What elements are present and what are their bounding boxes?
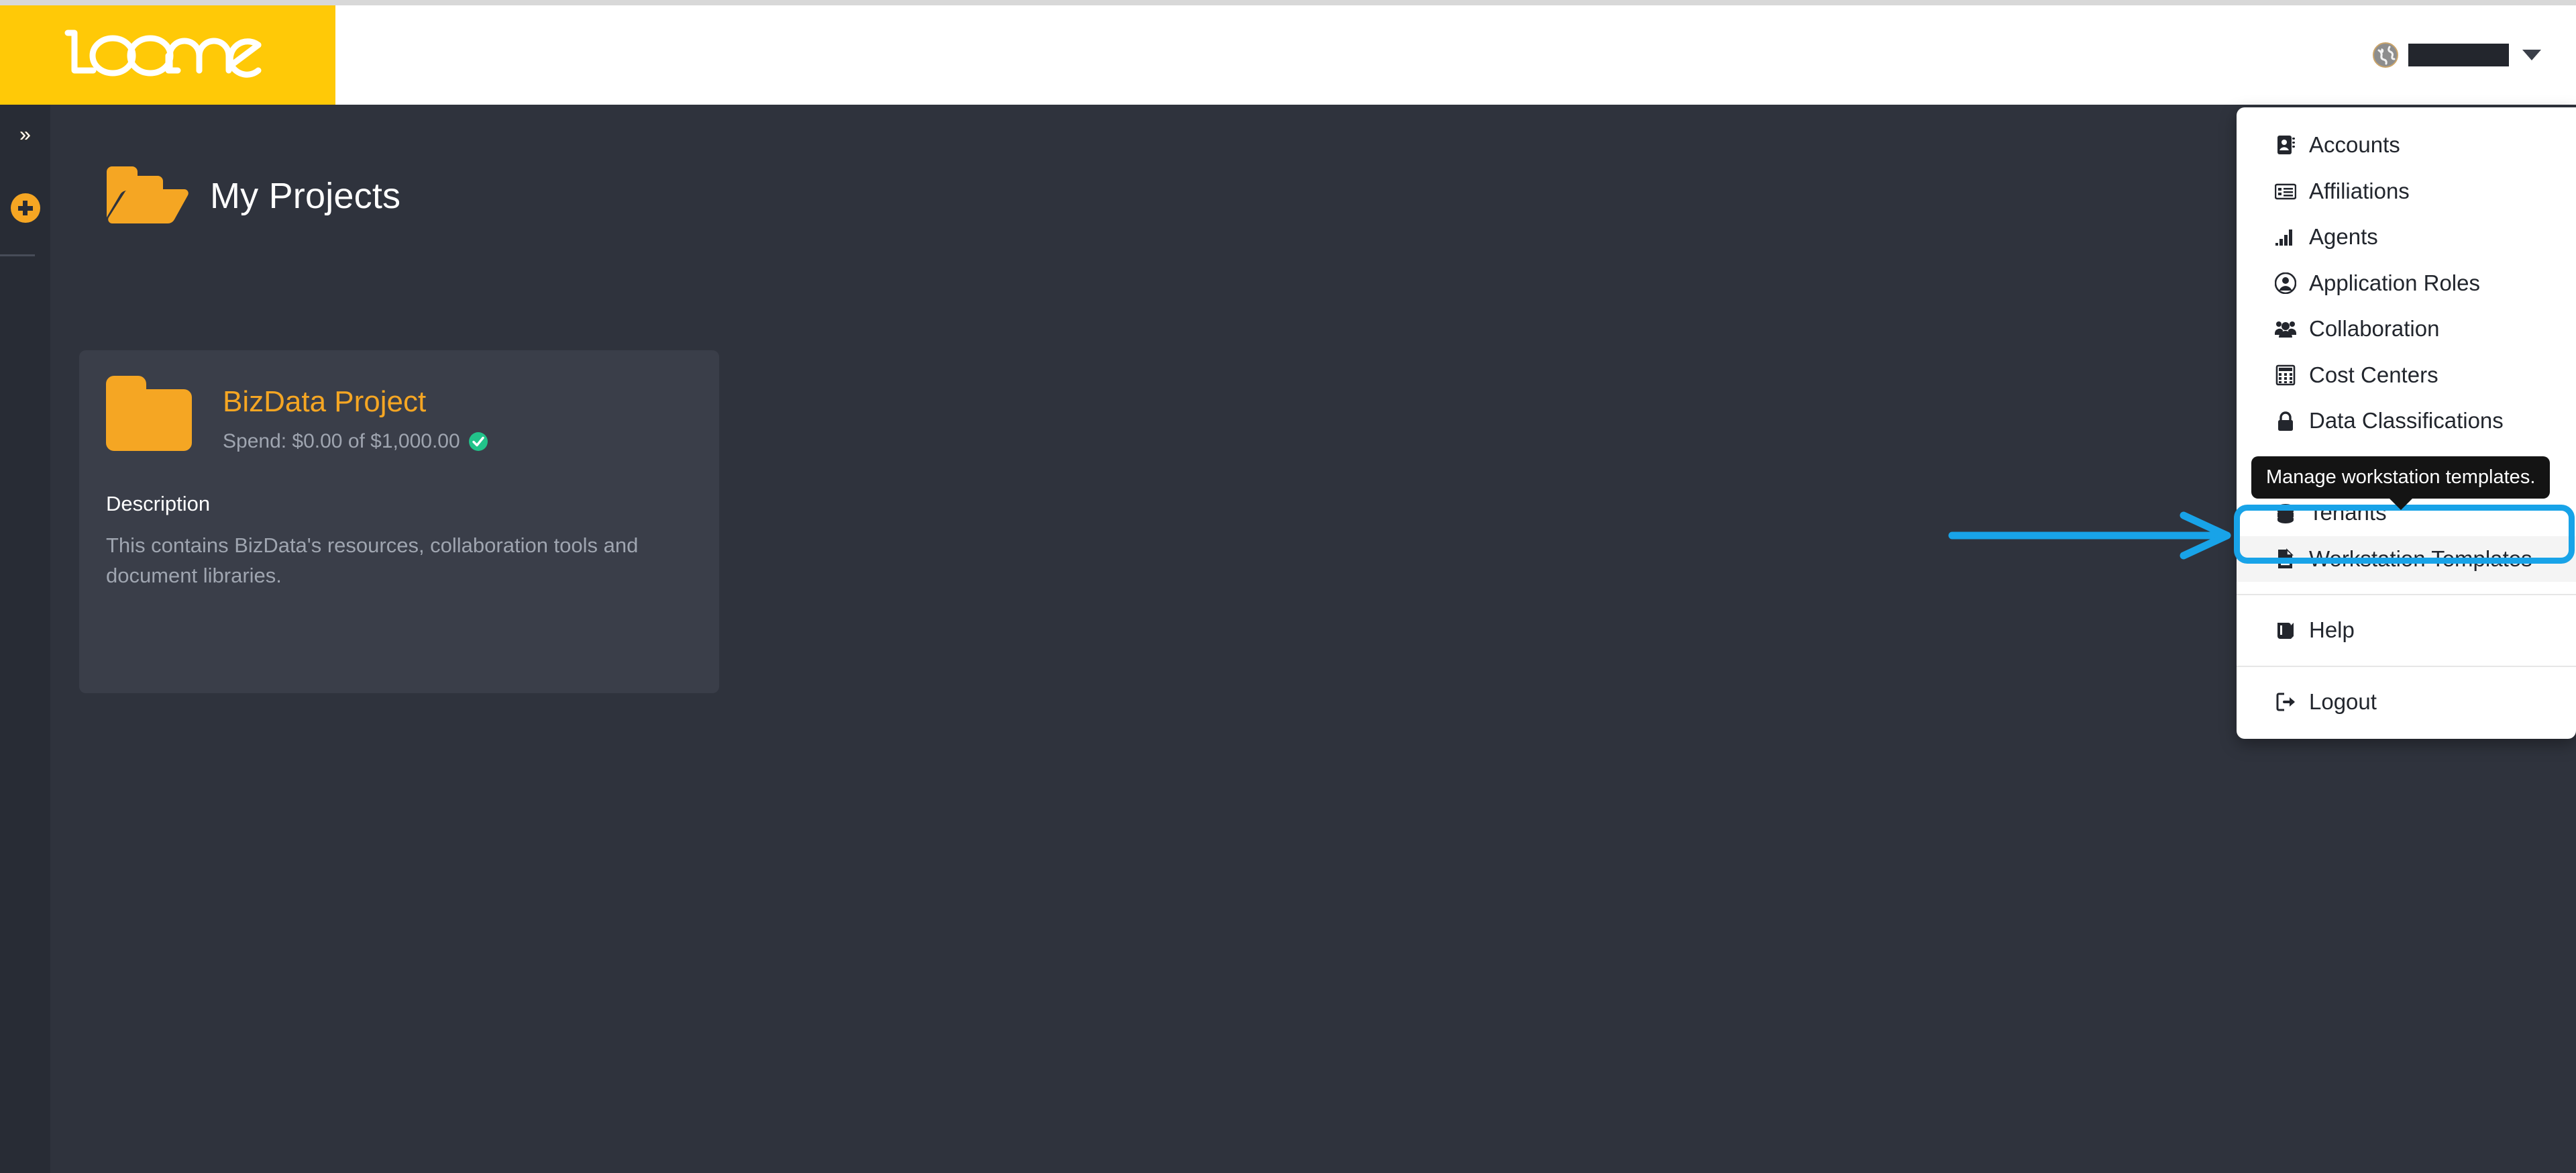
- menu-item-application-roles[interactable]: Application Roles: [2237, 260, 2576, 307]
- sidebar-add-button[interactable]: [10, 193, 40, 223]
- menu-item-accounts[interactable]: Accounts: [2237, 122, 2576, 168]
- folder-open-icon: [107, 166, 189, 223]
- app-header: [0, 5, 2576, 105]
- calculator-icon: [2274, 364, 2297, 387]
- sidebar-expand-toggle[interactable]: »: [0, 125, 50, 145]
- menu-item-label: Data Classifications: [2309, 408, 2504, 434]
- lock-icon: [2274, 410, 2297, 433]
- main-content: My Projects BizData Project Spend: $0.00…: [50, 105, 2576, 1173]
- menu-item-logout[interactable]: Logout: [2237, 679, 2576, 725]
- menu-item-label: Accounts: [2309, 132, 2400, 157]
- address-book-icon: [2274, 134, 2297, 156]
- menu-item-workstation-templates[interactable]: Workstation Templates: [2237, 536, 2576, 582]
- menu-item-label: Tenants: [2309, 500, 2387, 525]
- header-right-area: [335, 5, 2576, 105]
- app-root: » My Projects BizData Project Spend: $0.…: [0, 0, 2576, 1173]
- menu-divider-2: [2237, 666, 2576, 668]
- project-card[interactable]: BizData Project Spend: $0.00 of $1,000.0…: [79, 350, 719, 693]
- menu-item-affiliations[interactable]: Affiliations: [2237, 168, 2576, 215]
- check-circle-icon: [468, 431, 488, 451]
- menu-item-label: Cost Centers: [2309, 362, 2438, 387]
- left-sidebar: »: [0, 105, 50, 1173]
- menu-item-label: Logout: [2309, 689, 2377, 715]
- menu-item-label: Agents: [2309, 224, 2378, 250]
- menu-item-cost-centers[interactable]: Cost Centers: [2237, 352, 2576, 399]
- folder-icon: [106, 376, 192, 451]
- user-dropdown-menu: Accounts Affiliations Agents Application…: [2237, 107, 2576, 739]
- book-icon: [2274, 619, 2297, 642]
- id-card-icon: [2274, 180, 2297, 203]
- sign-out-icon: [2274, 691, 2297, 713]
- brand-logo[interactable]: [0, 5, 335, 105]
- workstation-templates-tooltip: Manage workstation templates.: [2251, 456, 2551, 499]
- menu-item-label: Affiliations: [2309, 178, 2410, 203]
- sidebar-divider: [0, 254, 35, 256]
- menu-item-label: Help: [2309, 617, 2355, 643]
- project-spend-text: Spend: $0.00 of $1,000.00: [223, 429, 460, 452]
- menu-item-collaboration[interactable]: Collaboration: [2237, 306, 2576, 352]
- project-card-meta: BizData Project Spend: $0.00 of $1,000.0…: [223, 376, 488, 453]
- project-spend-row: Spend: $0.00 of $1,000.00: [223, 430, 488, 453]
- globe-icon: [2373, 42, 2398, 68]
- user-circle-icon: [2274, 272, 2297, 295]
- page-title: My Projects: [210, 176, 401, 216]
- browser-chrome-strip: [0, 0, 2576, 5]
- menu-item-label: Collaboration: [2309, 316, 2440, 342]
- signal-bars-icon: [2274, 225, 2297, 248]
- description-label: Description: [106, 491, 211, 515]
- project-card-header: BizData Project Spend: $0.00 of $1,000.0…: [106, 376, 692, 453]
- chevron-down-icon: [2522, 50, 2541, 60]
- menu-item-help[interactable]: Help: [2237, 607, 2576, 654]
- users-group-icon: [2274, 317, 2297, 340]
- menu-item-agents[interactable]: Agents: [2237, 214, 2576, 260]
- user-menu-toggle[interactable]: [2372, 42, 2541, 68]
- menu-divider-1: [2237, 594, 2576, 596]
- page-header: My Projects: [50, 105, 2576, 230]
- loome-logo-icon: [64, 30, 262, 78]
- project-name-link[interactable]: BizData Project: [223, 385, 488, 419]
- menu-item-label: Workstation Templates: [2309, 546, 2532, 571]
- menu-item-label: Application Roles: [2309, 270, 2480, 295]
- database-icon: [2274, 502, 2297, 525]
- username-label: [2408, 44, 2509, 66]
- description-text: This contains BizData's resources, colla…: [106, 533, 639, 587]
- file-lines-icon: [2274, 548, 2297, 570]
- menu-item-data-classifications[interactable]: Data Classifications: [2237, 398, 2576, 444]
